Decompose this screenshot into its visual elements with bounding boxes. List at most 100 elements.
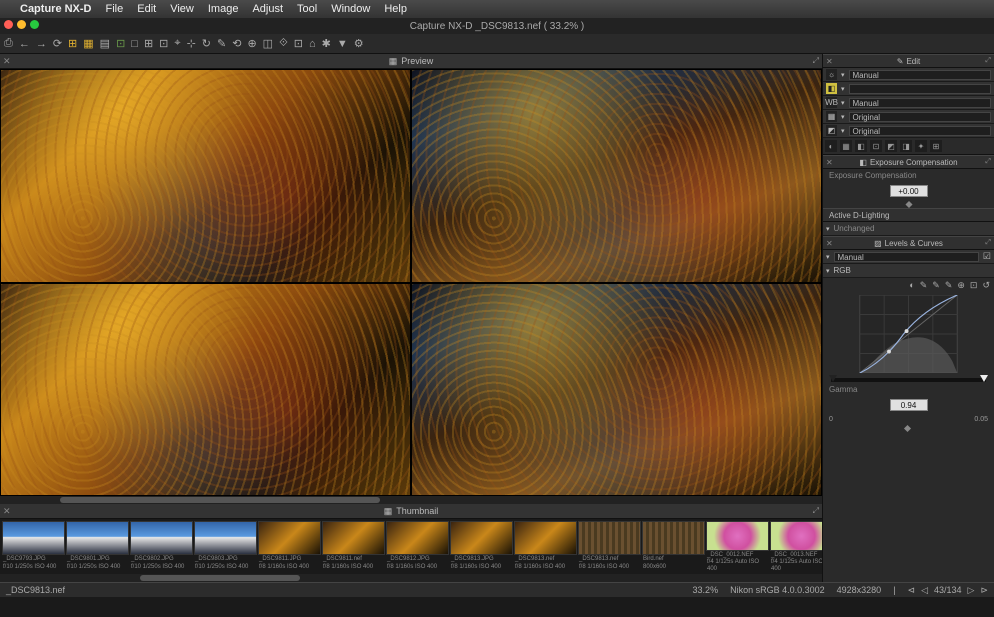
chevron-down-icon[interactable]: ▾ (826, 267, 830, 275)
thumbnail-item[interactable]: _DSC9813.nef f/8 1/160s ISO 400 (514, 521, 577, 572)
tone-select[interactable] (849, 84, 991, 94)
gear-icon[interactable]: ⚙ (354, 37, 364, 50)
print-icon[interactable]: ⎙ (4, 37, 13, 50)
thumbnail-item[interactable]: _DSC9811.nef f/8 1/160s ISO 400 (322, 521, 385, 572)
menu-view[interactable]: View (170, 3, 194, 15)
thumbnail-image[interactable] (258, 521, 321, 555)
undo-icon[interactable]: ⟲ (232, 37, 241, 50)
chevron-down-icon[interactable]: ▾ (841, 85, 845, 93)
thumbnail-image[interactable] (578, 521, 641, 555)
curve-tool-3-icon[interactable]: ✎ (932, 280, 940, 291)
thumbnail-image[interactable] (130, 521, 193, 555)
thumbnail-image[interactable] (642, 521, 705, 555)
chevron-down-icon[interactable]: ▾ (841, 127, 845, 135)
gamma-slider[interactable] (823, 425, 994, 433)
dropdown-icon[interactable]: ▼ (337, 38, 348, 50)
pencil-icon[interactable]: ✎ (217, 37, 226, 50)
exposure-mode-select[interactable]: Manual (849, 70, 991, 80)
thumbnail-image[interactable] (194, 521, 257, 555)
close-window-button[interactable] (4, 20, 13, 29)
chevron-down-icon[interactable]: ▾ (841, 99, 845, 107)
menu-adjust[interactable]: Adjust (252, 3, 283, 15)
chevron-down-icon[interactable]: ▾ (826, 225, 830, 233)
curve-tool-6-icon[interactable]: ⊡ (970, 280, 978, 291)
thumbnail-item[interactable]: _DSC9813.nef f/8 1/160s ISO 400 (578, 521, 641, 572)
tool-4-icon[interactable]: ⊡ (870, 140, 882, 152)
curves-range-slider[interactable] (823, 375, 994, 385)
edit-row-exposure[interactable]: ☼ ▾ Manual (823, 68, 994, 82)
thumbnail-image[interactable] (450, 521, 513, 555)
nav-first-icon[interactable]: ⊲ (908, 585, 916, 596)
edit-row-picture[interactable]: ▦ ▾ Original (823, 110, 994, 124)
curve-tool-1-icon[interactable]: ◐ (909, 280, 914, 291)
tool-3-icon[interactable]: ◧ (855, 140, 867, 152)
thumbnail-item[interactable]: _DSC9793.JPG f/10 1/250s ISO 400 (2, 521, 65, 572)
chevron-down-icon[interactable]: ▾ (841, 71, 845, 79)
curves-channel-row[interactable]: ▾ RGB (823, 264, 994, 278)
thumbnail-item[interactable]: _DSC9813.JPG f/8 1/160s ISO 400 (450, 521, 513, 572)
thumbnail-item[interactable]: _DSC9811.JPG f/8 1/160s ISO 400 (258, 521, 321, 572)
chevron-down-icon[interactable]: ▾ (841, 113, 845, 121)
thumbnail-item[interactable]: _DSC9801.JPG f/10 1/250s ISO 400 (66, 521, 129, 572)
zoom-in-icon[interactable]: ⊕ (247, 37, 256, 50)
wb-select[interactable]: Manual (849, 98, 991, 108)
curves-mode-row[interactable]: ▾ Manual ☑ (823, 250, 994, 264)
nav-last-icon[interactable]: ⊳ (980, 585, 988, 596)
curves-mode-select[interactable]: Manual (834, 252, 979, 262)
expand-preview-icon[interactable]: ⤢ (813, 56, 819, 66)
view-thumbs-icon[interactable]: ▦ (83, 37, 93, 50)
scrollbar-thumb[interactable] (60, 497, 380, 503)
view-single-icon[interactable]: ⊡ (116, 37, 125, 50)
thumbnail-image[interactable] (2, 521, 65, 555)
close-preview-icon[interactable]: ✕ (3, 56, 11, 67)
slider-thumb[interactable] (904, 425, 911, 432)
thumbnail-item[interactable]: Bird.nef 800x600 (642, 521, 705, 572)
thumbnail-image[interactable] (386, 521, 449, 555)
close-edit-icon[interactable]: ✕ (826, 57, 833, 66)
app-name-menu[interactable]: Capture NX-D (20, 3, 92, 15)
curve-tool-5-icon[interactable]: ⊕ (957, 280, 965, 291)
view-compare-icon[interactable]: □ (131, 38, 138, 50)
thumbnail-item[interactable]: _DSC_0012.NEF f/4 1/125s Auto ISO 400 (706, 521, 769, 572)
rotate-icon[interactable]: ↻ (202, 37, 211, 50)
slider-thumb[interactable] (905, 201, 912, 208)
tool-5-icon[interactable]: ◩ (885, 140, 897, 152)
dlighting-row[interactable]: ▾ Unchanged (823, 222, 994, 236)
expand-curves-icon[interactable]: ⤢ (985, 239, 991, 247)
view-list-icon[interactable]: ▤ (100, 37, 110, 50)
picture-select[interactable]: Original (849, 112, 991, 122)
thumbnail-item[interactable]: _DSC9812.JPG f/8 1/160s ISO 400 (386, 521, 449, 572)
thumbnail-image[interactable] (322, 521, 385, 555)
preview-tile-3[interactable] (1, 284, 410, 496)
thumbnail-item[interactable]: _DSC9802.JPG f/10 1/250s ISO 400 (130, 521, 193, 572)
edit-row-nr[interactable]: ◩ ▾ Original (823, 124, 994, 138)
tool-7-icon[interactable]: ✦ (915, 140, 927, 152)
thumbnail-strip[interactable]: _DSC9793.JPG f/10 1/250s ISO 400 _DSC980… (0, 519, 822, 574)
refresh-icon[interactable]: ⟳ (53, 37, 62, 50)
curve-tool-4-icon[interactable]: ✎ (945, 280, 953, 291)
preview-tile-1[interactable] (1, 70, 410, 282)
expand-expcomp-icon[interactable]: ⤢ (985, 158, 991, 166)
screen-icon[interactable]: ⊡ (294, 37, 303, 50)
zoom-window-button[interactable] (30, 20, 39, 29)
menu-tool[interactable]: Tool (297, 3, 317, 15)
curves-check-icon[interactable]: ☑ (983, 251, 991, 262)
tool-6-icon[interactable]: ◨ (900, 140, 912, 152)
tool-1-icon[interactable]: ◐ (825, 140, 837, 152)
scrollbar-thumb[interactable] (140, 575, 300, 581)
black-point-handle[interactable] (829, 375, 837, 382)
close-thumbnail-icon[interactable]: ✕ (3, 506, 11, 517)
nr-select[interactable]: Original (849, 126, 991, 136)
view-4up-icon[interactable]: ⊞ (144, 37, 153, 50)
thumbnail-item[interactable]: _DSC_0013.NEF f/4 1/125s Auto ISO 400 (770, 521, 822, 572)
menu-help[interactable]: Help (384, 3, 407, 15)
thumbnail-image[interactable] (770, 521, 822, 551)
curves-channel-select[interactable]: RGB (834, 266, 851, 275)
close-curves-icon[interactable]: ✕ (826, 239, 833, 248)
fit-icon[interactable]: ⊡ (159, 37, 168, 50)
crosshair-icon[interactable]: ⌖ (174, 37, 180, 50)
minimize-window-button[interactable] (17, 20, 26, 29)
expcomp-value-input[interactable]: +0.00 (890, 185, 928, 197)
tool-8-icon[interactable]: ⊞ (930, 140, 942, 152)
thumbnail-image[interactable] (706, 521, 769, 551)
